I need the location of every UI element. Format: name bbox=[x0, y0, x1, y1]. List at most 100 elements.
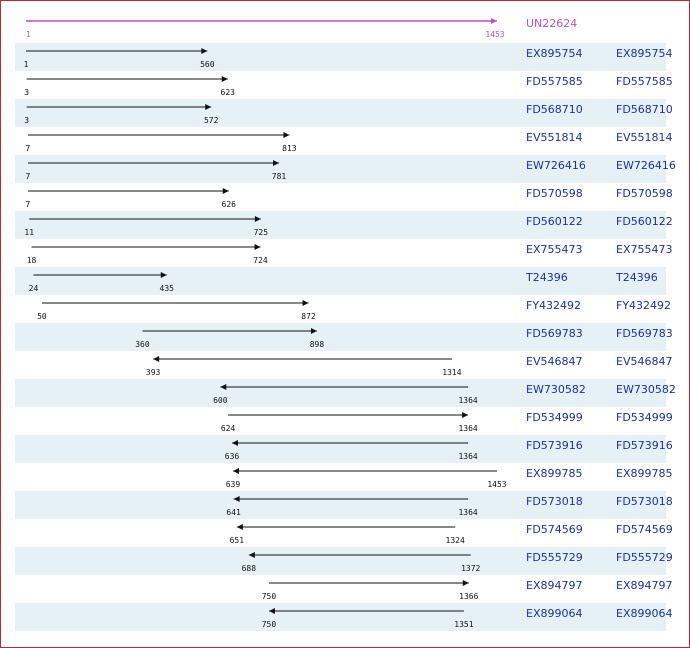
hit-start-label: 750 bbox=[262, 620, 277, 629]
hit-end-label: 1372 bbox=[461, 564, 480, 573]
hit-id-link-secondary[interactable]: EW730582 bbox=[616, 383, 676, 396]
hit-start-label: 3 bbox=[24, 88, 29, 97]
hit-id-link-secondary[interactable]: FD570598 bbox=[616, 187, 673, 200]
hit-row: 639 1453 EX899785 EX899785 bbox=[226, 467, 673, 489]
hit-id-link[interactable]: EX894797 bbox=[526, 579, 582, 592]
hit-start-label: 688 bbox=[242, 564, 257, 573]
hit-start-label: 750 bbox=[262, 592, 277, 601]
hit-id-link-secondary[interactable]: FD557585 bbox=[616, 75, 673, 88]
hit-start-label: 11 bbox=[24, 228, 34, 237]
alignment-panel: 1 1453 UN22624 1 560 EX895754 EX895754 3 623 F… bbox=[0, 0, 690, 648]
hit-end-label: 1314 bbox=[442, 368, 461, 377]
hit-id-link-secondary[interactable]: FD560122 bbox=[616, 215, 673, 228]
hit-start-label: 393 bbox=[146, 368, 161, 377]
hit-arrowhead bbox=[283, 132, 290, 138]
hit-id-link[interactable]: FD557585 bbox=[526, 75, 583, 88]
hit-start-label: 1 bbox=[24, 60, 29, 69]
hit-id-link[interactable]: FD560122 bbox=[526, 215, 583, 228]
hit-id-link[interactable]: FD574569 bbox=[526, 523, 583, 536]
hit-arrowhead bbox=[462, 580, 469, 586]
hit-id-link[interactable]: FD534999 bbox=[526, 411, 583, 424]
hit-end-label: 781 bbox=[272, 172, 287, 181]
hit-id-link-secondary[interactable]: FD573018 bbox=[616, 495, 673, 508]
hit-id-link[interactable]: FY432492 bbox=[526, 299, 581, 312]
hit-end-label: 1364 bbox=[458, 396, 477, 405]
hit-id-link-secondary[interactable]: EX899785 bbox=[616, 467, 672, 480]
hit-id-link[interactable]: FD569783 bbox=[526, 327, 583, 340]
hit-id-link[interactable]: EW730582 bbox=[526, 383, 586, 396]
hit-id-link-secondary[interactable]: FD569783 bbox=[616, 327, 673, 340]
hit-end-label: 813 bbox=[282, 144, 297, 153]
hit-id-link[interactable]: EX899064 bbox=[526, 607, 582, 620]
hit-arrowhead bbox=[236, 524, 243, 530]
query-end-label: 1453 bbox=[485, 30, 504, 39]
hit-end-label: 435 bbox=[160, 284, 175, 293]
hit-id-link-secondary[interactable]: EX899064 bbox=[616, 607, 672, 620]
hit-id-link[interactable]: FD573018 bbox=[526, 495, 583, 508]
hit-id-link-secondary[interactable]: FD574569 bbox=[616, 523, 673, 536]
hit-start-label: 24 bbox=[29, 284, 39, 293]
hit-id-link[interactable]: FD568710 bbox=[526, 103, 583, 116]
hit-id-link-secondary[interactable]: FD568710 bbox=[616, 103, 673, 116]
hit-end-label: 725 bbox=[254, 228, 269, 237]
hit-row: 393 1314 EV546847 EV546847 bbox=[146, 355, 673, 377]
hit-arrowhead bbox=[222, 188, 229, 194]
hit-start-label: 50 bbox=[37, 312, 47, 321]
hit-id-link-secondary[interactable]: EV546847 bbox=[616, 355, 672, 368]
hit-end-label: 623 bbox=[221, 88, 236, 97]
hit-id-link-secondary[interactable]: T24396 bbox=[615, 271, 658, 284]
hit-arrowhead bbox=[221, 76, 228, 82]
hit-id-link[interactable]: EV551814 bbox=[526, 131, 582, 144]
hit-end-label: 872 bbox=[301, 312, 316, 321]
hit-start-label: 7 bbox=[26, 200, 31, 209]
query-arrowhead bbox=[491, 18, 497, 24]
hit-start-label: 18 bbox=[27, 256, 37, 265]
hit-id-link[interactable]: FD555729 bbox=[526, 551, 583, 564]
hit-id-link-secondary[interactable]: FY432492 bbox=[616, 299, 671, 312]
hit-end-label: 572 bbox=[204, 116, 219, 125]
hit-end-label: 1364 bbox=[458, 508, 477, 517]
hit-end-label: 626 bbox=[222, 200, 237, 209]
hit-end-label: 724 bbox=[253, 256, 268, 265]
query-track: 1 1453 UN22624 bbox=[26, 17, 577, 39]
hit-id-link[interactable]: EX899785 bbox=[526, 467, 582, 480]
alignment-diagram: 1 1453 UN22624 1 560 EX895754 EX895754 3 623 F… bbox=[15, 17, 676, 631]
hit-end-label: 1351 bbox=[454, 620, 473, 629]
hit-start-label: 600 bbox=[213, 396, 228, 405]
hit-row: 3 623 FD557585 FD557585 bbox=[24, 75, 673, 97]
hit-row: 7 813 EV551814 EV551814 bbox=[26, 131, 673, 153]
row-band bbox=[15, 267, 666, 295]
hit-id-link-secondary[interactable]: EX755473 bbox=[616, 243, 672, 256]
hit-row: 651 1324 FD574569 FD574569 bbox=[230, 523, 673, 545]
hit-row: 624 1364 FD534999 FD534999 bbox=[221, 411, 673, 433]
hit-row: 7 626 FD570598 FD570598 bbox=[26, 187, 673, 209]
hit-id-link-secondary[interactable]: EW726416 bbox=[616, 159, 676, 172]
hit-start-label: 7 bbox=[26, 172, 31, 181]
hit-id-link-secondary[interactable]: EV551814 bbox=[616, 131, 672, 144]
hit-id-link-secondary[interactable]: FD534999 bbox=[616, 411, 673, 424]
hit-arrowhead bbox=[153, 356, 160, 362]
hit-end-label: 1364 bbox=[458, 424, 477, 433]
hit-start-label: 7 bbox=[26, 144, 31, 153]
hit-id-link[interactable]: EW726416 bbox=[526, 159, 586, 172]
hit-start-label: 624 bbox=[221, 424, 236, 433]
hit-id-link[interactable]: EX755473 bbox=[526, 243, 582, 256]
hit-start-label: 636 bbox=[225, 452, 240, 461]
hit-id-link[interactable]: EX895754 bbox=[526, 47, 582, 60]
hit-id-link-secondary[interactable]: EX894797 bbox=[616, 579, 672, 592]
hit-arrowhead bbox=[254, 244, 261, 250]
hit-end-label: 1364 bbox=[458, 452, 477, 461]
hit-id-link[interactable]: FD573916 bbox=[526, 439, 583, 452]
hit-end-label: 1366 bbox=[459, 592, 478, 601]
hit-id-link-secondary[interactable]: EX895754 bbox=[616, 47, 672, 60]
query-id-label: UN22624 bbox=[526, 17, 577, 30]
hit-id-link-secondary[interactable]: FD573916 bbox=[616, 439, 673, 452]
hit-id-link[interactable]: EV546847 bbox=[526, 355, 582, 368]
hit-start-label: 641 bbox=[226, 508, 241, 517]
hit-id-link[interactable]: T24396 bbox=[525, 271, 568, 284]
hit-id-link[interactable]: FD570598 bbox=[526, 187, 583, 200]
hit-start-label: 360 bbox=[135, 340, 150, 349]
hit-start-label: 639 bbox=[226, 480, 241, 489]
hit-end-label: 1324 bbox=[446, 536, 465, 545]
hit-id-link-secondary[interactable]: FD555729 bbox=[616, 551, 673, 564]
